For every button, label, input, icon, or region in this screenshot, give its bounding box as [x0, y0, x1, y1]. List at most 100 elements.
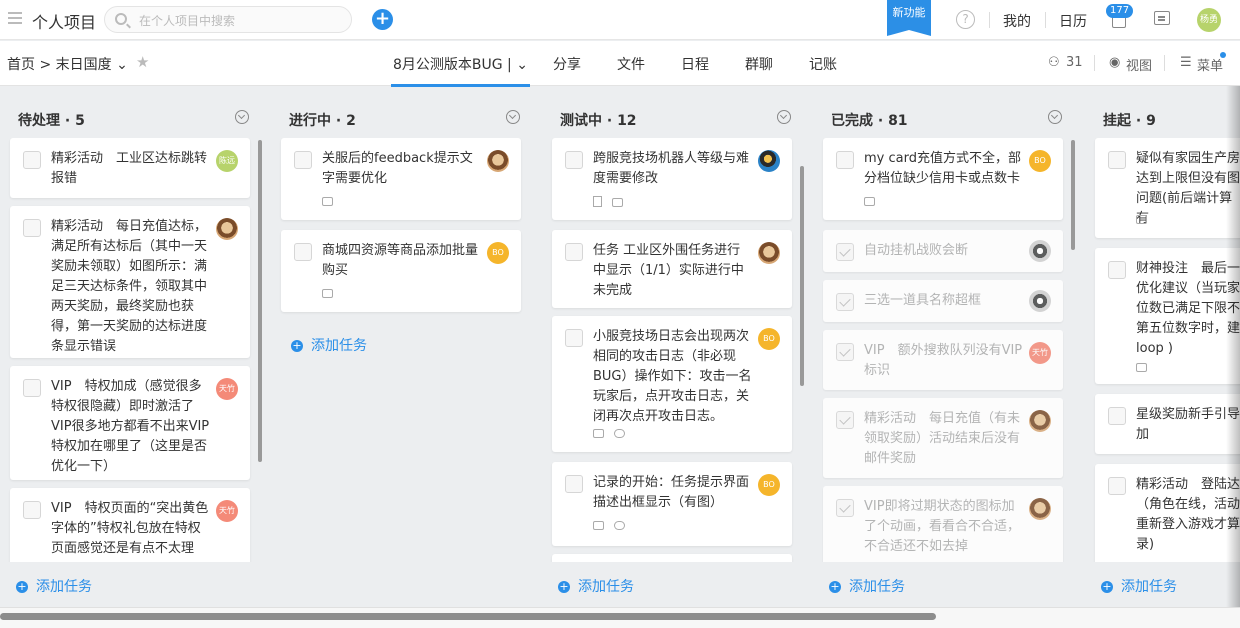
add-button[interactable]: + [372, 9, 393, 30]
task-card[interactable]: 疑似有家园生产房达到上限但没有图问题(前后端计算有 [1095, 138, 1240, 238]
task-card[interactable]: VIP 特权加成（感觉很多特权很隐藏）即时激活了VIP很多地方都看不出来VIP … [10, 366, 250, 480]
comment-icon [1136, 215, 1147, 224]
link-icon [614, 429, 625, 438]
task-card[interactable]: 三选一道具名称超框 [823, 280, 1063, 322]
tab-schedule[interactable]: 日程 [681, 54, 709, 74]
eye-icon: ◉ [1109, 55, 1121, 70]
help-icon[interactable]: ? [956, 10, 975, 29]
menu-icon[interactable] [8, 12, 22, 24]
task-card[interactable]: 精彩活动 登陆达（角色在线，活动重新登入游戏才算录) [1095, 464, 1240, 562]
tab-files[interactable]: 文件 [617, 54, 645, 74]
task-checkbox[interactable] [836, 411, 854, 429]
task-checkbox[interactable] [836, 243, 854, 261]
column-menu-icon[interactable] [1048, 110, 1062, 124]
assignee-avatar[interactable]: BO [1029, 150, 1051, 172]
task-card[interactable]: 关服后的feedback提示文字需要优化 [281, 138, 521, 220]
task-card[interactable] [552, 554, 792, 562]
task-checkbox[interactable] [565, 151, 583, 169]
column-menu-icon[interactable] [235, 110, 249, 124]
assignee-avatar[interactable] [758, 242, 780, 264]
task-card[interactable]: 商城四资源等商品添加批量购买 BO [281, 230, 521, 312]
task-checkbox[interactable] [565, 243, 583, 261]
task-checkbox[interactable] [565, 475, 583, 493]
add-task-button[interactable]: + 添加任务 [16, 576, 92, 596]
scrollbar-thumb[interactable] [0, 613, 936, 620]
assignee-avatar[interactable]: BO [758, 328, 780, 350]
task-card[interactable]: VIP 特权页面的“突出黄色字体的”特权礼包放在特权页面感觉还是有点不太理 天竹 [10, 488, 250, 562]
assignee-avatar[interactable] [1029, 498, 1051, 520]
column-menu-icon[interactable] [777, 110, 791, 124]
task-card[interactable]: 精彩活动 每日充值达标，满足所有达标后（其中一天奖励未领取）如图所示：满足三天达… [10, 206, 250, 358]
tab-share[interactable]: 分享 [553, 54, 581, 74]
task-checkbox[interactable] [836, 151, 854, 169]
tab-group-chat[interactable]: 群聊 [745, 54, 773, 74]
add-task-button[interactable]: + 添加任务 [1101, 576, 1177, 596]
column-scrollbar[interactable] [800, 166, 804, 386]
assignee-avatar[interactable]: BO [487, 242, 509, 264]
task-checkbox[interactable] [1108, 477, 1126, 495]
star-icon[interactable]: ★ [136, 53, 149, 71]
task-checkbox[interactable] [1108, 151, 1126, 169]
assignee-avatar[interactable] [1029, 290, 1051, 312]
mine-link[interactable]: 我的 [1003, 11, 1031, 31]
members-count[interactable]: 31 [1066, 55, 1083, 70]
task-card[interactable]: VIP即将过期状态的图标加了个动画，看看合不合适，不合适还不如去掉 [823, 486, 1063, 562]
breadcrumb[interactable]: 首页 > 末日国度 ⌄ [7, 54, 128, 74]
task-checkbox[interactable] [1108, 407, 1126, 425]
task-card[interactable]: 记录的开始：任务提示界面描述出框显示（有图） BO [552, 462, 792, 546]
column-scrollbar[interactable] [1071, 140, 1075, 250]
task-card[interactable]: 精彩活动 工业区达标跳转报错 陈远 [10, 138, 250, 198]
add-task-button[interactable]: + 添加任务 [291, 335, 367, 355]
calendar-link[interactable]: 日历 [1059, 11, 1087, 31]
menu-button[interactable]: 菜单 [1197, 55, 1223, 74]
assignee-avatar[interactable]: 天竹 [1029, 342, 1051, 364]
task-checkbox[interactable] [836, 343, 854, 361]
task-card[interactable]: my card充值方式不全，部分档位缺少信用卡或点数卡 BO [823, 138, 1063, 220]
task-card[interactable]: 财神投注 最后一优化建议（当玩家位数已满足下限不第五位数字时，建loop ) [1095, 248, 1240, 384]
task-card[interactable]: VIP 额外搜救队列没有VIP标识 天竹 [823, 330, 1063, 390]
assignee-avatar[interactable] [758, 150, 780, 172]
task-checkbox[interactable] [23, 219, 41, 237]
assignee-avatar[interactable] [1029, 410, 1051, 432]
column-scrollbar[interactable] [258, 140, 262, 462]
task-checkbox[interactable] [23, 379, 41, 397]
search-input[interactable]: 在个人项目中搜索 [104, 6, 352, 33]
task-checkbox[interactable] [1108, 261, 1126, 279]
task-card[interactable]: 自动挂机战败会断 [823, 230, 1063, 272]
task-title: 记录的开始：任务提示界面描述出框显示（有图） [593, 475, 750, 510]
column-menu-icon[interactable] [506, 110, 520, 124]
task-card[interactable]: 小服竞技场日志会出现两次相同的攻击日志（非必现BUG）操作如下：攻击一名玩家后，… [552, 316, 792, 452]
user-avatar[interactable]: 杨勇 [1197, 8, 1221, 32]
tab-accounting[interactable]: 记账 [809, 54, 837, 74]
task-card[interactable]: 任务 工业区外围任务进行中显示（1/1）实际进行中未完成 [552, 230, 792, 308]
assignee-avatar[interactable] [216, 218, 238, 240]
assignee-avatar[interactable]: 天竹 [216, 500, 238, 522]
notification-badge[interactable]: 177 [1106, 4, 1134, 18]
task-card[interactable]: 星级奖励新手引导加 [1095, 394, 1240, 454]
task-checkbox[interactable] [836, 499, 854, 517]
task-card[interactable]: 跨服竞技场机器人等级与难度需要修改 [552, 138, 792, 220]
assignee-avatar[interactable] [487, 150, 509, 172]
tab-board[interactable]: 8月公测版本BUG | ⌄ [391, 54, 530, 87]
task-checkbox[interactable] [294, 151, 312, 169]
members-icon[interactable]: ⚇ [1048, 55, 1060, 70]
task-checkbox[interactable] [23, 151, 41, 169]
task-checkbox[interactable] [23, 501, 41, 519]
column-header: 进行中 · 2 [273, 96, 535, 138]
assignee-avatar[interactable]: BO [758, 474, 780, 496]
task-checkbox[interactable] [565, 329, 583, 347]
new-feature-badge[interactable]: 新功能 [887, 0, 931, 36]
task-card[interactable]: 精彩活动 每日充值（有未领取奖励）活动结束后没有邮件奖励 [823, 398, 1063, 478]
message-icon[interactable] [1154, 11, 1170, 25]
comment-icon [864, 197, 875, 206]
task-checkbox[interactable] [294, 243, 312, 261]
assignee-avatar[interactable]: 陈远 [216, 150, 238, 172]
add-task-button[interactable]: + 添加任务 [558, 576, 634, 596]
assignee-avatar[interactable]: 天竹 [216, 378, 238, 400]
task-checkbox[interactable] [836, 293, 854, 311]
assignee-avatar[interactable] [1029, 240, 1051, 262]
view-button[interactable]: 视图 [1126, 55, 1152, 74]
horizontal-scrollbar[interactable] [0, 607, 1240, 628]
column-todo: 待处理 · 5 精彩活动 工业区达标跳转报错 陈远 精彩活动 每日充值达标，满足… [2, 96, 264, 604]
add-task-button[interactable]: + 添加任务 [829, 576, 905, 596]
